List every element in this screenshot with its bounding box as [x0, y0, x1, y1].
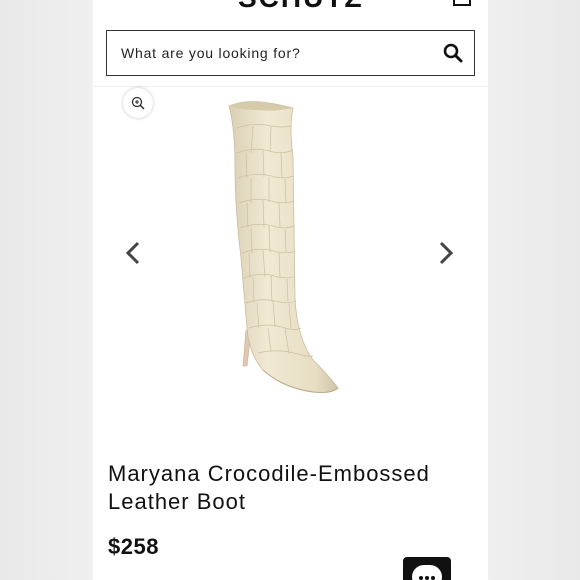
product-image: [228, 101, 339, 393]
chevron-left-icon[interactable]: [123, 240, 143, 266]
brand-logo[interactable]: SCHUTZ: [238, 0, 362, 12]
product-title: Maryana Crocodile-Embossed Leather Boot: [108, 461, 430, 514]
chat-button[interactable]: [403, 557, 451, 580]
site-header: SCHUTZ: [93, 0, 488, 20]
hamburger-menu-icon[interactable]: [105, 0, 127, 6]
search-input[interactable]: [121, 43, 421, 63]
shopping-bag-icon[interactable]: [453, 0, 471, 6]
product-gallery: [93, 88, 488, 448]
search-bar: [106, 30, 475, 76]
mobile-screen: SCHUTZ: [93, 0, 488, 580]
zoom-in-icon: [131, 96, 145, 110]
header-divider: [93, 86, 488, 87]
zoom-button[interactable]: [123, 88, 153, 118]
search-icon[interactable]: [443, 43, 463, 63]
product-price: $258: [108, 534, 159, 559]
chat-bubble-icon: [412, 565, 442, 580]
chevron-right-icon[interactable]: [436, 240, 456, 266]
